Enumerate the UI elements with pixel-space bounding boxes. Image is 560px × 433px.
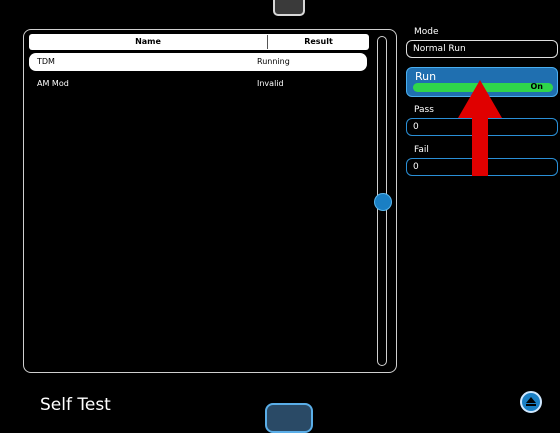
mode-selector[interactable]: Normal Run: [406, 40, 558, 58]
page-title: Self Test: [40, 395, 111, 415]
row-result: Running: [257, 57, 290, 66]
test-results-panel: Name Result TDM Running AM Mod Invalid: [23, 29, 397, 373]
row-result: Invalid: [257, 79, 284, 88]
fail-label: Fail: [414, 145, 429, 155]
top-tab-handle[interactable]: [273, 0, 305, 16]
mode-label: Mode: [414, 27, 439, 37]
fail-count-value: 0: [413, 162, 419, 172]
collapse-button[interactable]: [520, 391, 542, 413]
row-name: AM Mod: [37, 79, 69, 88]
column-header-result[interactable]: Result: [268, 37, 369, 46]
table-row[interactable]: AM Mod Invalid: [29, 75, 367, 93]
bottom-tab-handle[interactable]: [265, 403, 313, 433]
mode-value: Normal Run: [413, 44, 466, 54]
table-row[interactable]: TDM Running: [29, 53, 367, 71]
run-state: On: [530, 82, 544, 91]
red-arrow-annotation: [458, 80, 502, 176]
pass-label: Pass: [414, 105, 434, 115]
run-label: Run: [415, 70, 437, 83]
scrollbar-thumb[interactable]: [374, 193, 392, 211]
column-header-name[interactable]: Name: [29, 37, 267, 46]
table-header: Name Result: [29, 34, 369, 50]
eject-up-icon: [526, 397, 536, 406]
pass-count-value: 0: [413, 122, 419, 132]
row-name: TDM: [37, 57, 55, 66]
